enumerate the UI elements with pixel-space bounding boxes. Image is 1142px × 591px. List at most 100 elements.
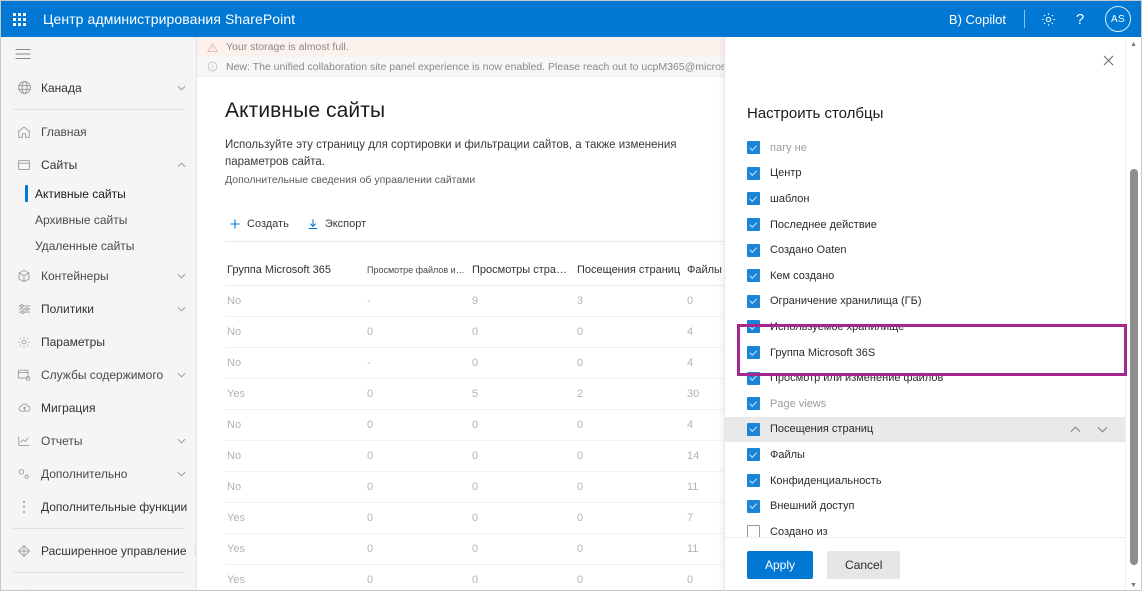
table-row[interactable]: Yes 0 5 2 30 bbox=[225, 378, 765, 411]
chevron-down-icon[interactable] bbox=[177, 471, 186, 477]
column-option-row[interactable]: Конфиденциальность bbox=[725, 468, 1126, 494]
sidebar-item-customize-navigation[interactable]: Настройка навигации bbox=[1, 578, 196, 590]
checkbox-checked[interactable] bbox=[747, 448, 760, 462]
sidebar-item-advanced[interactable]: Дополнительно bbox=[1, 457, 196, 490]
checkbox-checked[interactable] bbox=[747, 371, 760, 385]
apply-button[interactable]: Apply bbox=[747, 551, 814, 579]
sidebar-item-archived-sites[interactable]: Архивные сайты bbox=[1, 207, 196, 233]
table-cell: Yes bbox=[225, 564, 365, 590]
table-row[interactable]: No -0 0 4 bbox=[225, 347, 765, 380]
scrollbar-thumb[interactable] bbox=[1130, 169, 1138, 565]
table-row[interactable]: No 0 0 0 11 bbox=[225, 471, 765, 504]
sidebar-item-sites[interactable]: Сайты bbox=[1, 148, 196, 181]
column-option-row[interactable]: Группа Microsoft 36S bbox=[725, 340, 1126, 366]
checkbox-checked[interactable] bbox=[747, 320, 760, 334]
chevron-up-icon[interactable] bbox=[177, 161, 186, 168]
sidebar-item-settings[interactable]: Параметры bbox=[1, 325, 196, 358]
column-option-row[interactable]: Кем создано bbox=[725, 263, 1126, 289]
question-mark-icon[interactable]: ? bbox=[1065, 4, 1095, 34]
checkbox-checked[interactable] bbox=[747, 422, 760, 436]
column-option-label: Page views bbox=[770, 397, 827, 410]
checkbox-checked[interactable] bbox=[747, 141, 760, 155]
checkbox-checked[interactable] bbox=[747, 346, 760, 360]
sidebar-item-active-sites[interactable]: Активные сайты bbox=[1, 181, 196, 207]
brand-title[interactable]: Центр администрирования SharePoint bbox=[43, 11, 295, 27]
checkbox-checked[interactable] bbox=[747, 192, 760, 206]
sidebar-item-deleted-sites[interactable]: Удаленные сайты bbox=[1, 233, 196, 259]
sidebar-item-advanced-management[interactable]: Расширенное управление PRO bbox=[1, 534, 196, 567]
table-cell: 0 bbox=[470, 347, 575, 380]
scroll-up-arrow-icon[interactable]: ▲ bbox=[1126, 37, 1141, 51]
content-services-icon bbox=[13, 368, 35, 382]
learn-more-link[interactable]: Дополнительные сведения об управлении са… bbox=[225, 173, 695, 189]
chevron-up-icon[interactable] bbox=[1070, 426, 1081, 433]
column-option-row[interactable]: Просмотр или изменение файлов bbox=[725, 365, 1126, 391]
column-option-row[interactable]: пагу не bbox=[725, 135, 1126, 161]
panel-scrollbar[interactable]: ▲ ▼ bbox=[1125, 37, 1141, 590]
column-option-row[interactable]: Создано Oaten bbox=[725, 237, 1126, 263]
column-option-row[interactable]: Используемое хранилище bbox=[725, 314, 1126, 340]
hamburger-menu-icon[interactable] bbox=[1, 37, 196, 71]
checkbox-checked[interactable] bbox=[747, 474, 760, 488]
column-option-row[interactable]: Ограничение хранилища (ГБ) bbox=[725, 289, 1126, 315]
column-header-file-views-edits[interactable]: Просмотре файлов или... bbox=[365, 258, 470, 287]
scrollbar-track[interactable] bbox=[1126, 51, 1141, 578]
sidebar-tenant-selector[interactable]: Канада bbox=[1, 71, 196, 104]
table-row[interactable]: Yes 0 0 0 7 bbox=[225, 502, 765, 535]
column-option-row[interactable]: Внешний доступ bbox=[725, 493, 1126, 519]
table-row[interactable]: Yes 0 0 0 11 bbox=[225, 533, 765, 566]
app-launcher-icon[interactable] bbox=[1, 1, 37, 37]
gear-icon[interactable] bbox=[1033, 4, 1063, 34]
table-cell: 2 bbox=[575, 378, 685, 411]
chevron-down-icon[interactable] bbox=[177, 273, 186, 279]
sidebar-item-home[interactable]: Главная bbox=[1, 115, 196, 148]
table-cell: 0 bbox=[470, 533, 575, 566]
checkbox-checked[interactable] bbox=[747, 218, 760, 232]
column-option-row[interactable]: Последнее действие bbox=[725, 212, 1126, 238]
checkbox-checked[interactable] bbox=[747, 269, 760, 283]
chevron-down-icon[interactable] bbox=[177, 438, 186, 444]
sidebar-item-content-services[interactable]: Службы содержимого bbox=[1, 358, 196, 391]
sidebar-item-reports[interactable]: Отчеты bbox=[1, 424, 196, 457]
column-header-page-visits[interactable]: Посещения страниц bbox=[575, 258, 685, 287]
checkbox-checked[interactable] bbox=[747, 166, 760, 180]
sidebar-item-containers[interactable]: Контейнеры bbox=[1, 259, 196, 292]
table-row[interactable]: No 0 0 0 4 bbox=[225, 409, 765, 442]
checkbox-checked[interactable] bbox=[747, 397, 760, 411]
table-row[interactable]: No -9 3 0 bbox=[225, 285, 765, 318]
table-cell: 0 bbox=[575, 502, 685, 535]
export-button[interactable]: Экспорт bbox=[303, 214, 376, 234]
chevron-down-icon[interactable] bbox=[177, 306, 186, 312]
table-row[interactable]: No 0 0 0 4 bbox=[225, 316, 765, 349]
table-row[interactable]: No 0 0 0 14 bbox=[225, 440, 765, 473]
create-button[interactable]: Создать bbox=[225, 214, 299, 234]
chevron-down-icon[interactable] bbox=[177, 372, 186, 378]
copilot-button[interactable]: B) Copilot bbox=[939, 12, 1016, 27]
chevron-down-icon[interactable] bbox=[177, 85, 186, 91]
sidebar-item-policies[interactable]: Политики bbox=[1, 292, 196, 325]
column-option-row[interactable]: Файлы bbox=[725, 442, 1126, 468]
column-option-row[interactable]: Центр bbox=[725, 161, 1126, 187]
column-option-row[interactable]: шаблон bbox=[725, 186, 1126, 212]
table-cell: 0 bbox=[365, 378, 470, 411]
chevron-down-icon[interactable] bbox=[1097, 426, 1108, 433]
sidebar-item-label: Дополнительно bbox=[41, 466, 128, 481]
table-cell: 0 bbox=[575, 409, 685, 442]
checkbox-checked[interactable] bbox=[747, 243, 760, 257]
column-option-row[interactable]: Page views bbox=[725, 391, 1126, 417]
column-option-row[interactable]: Посещения страниц bbox=[725, 416, 1126, 443]
cancel-button[interactable]: Cancel bbox=[827, 551, 901, 579]
checkbox-checked[interactable] bbox=[747, 499, 760, 513]
avatar[interactable]: AS bbox=[1105, 6, 1131, 32]
more-settings-icon bbox=[13, 467, 35, 481]
checkbox-checked[interactable] bbox=[747, 294, 760, 308]
sidebar-tenant-label: Канада bbox=[41, 80, 82, 95]
table-row[interactable]: Yes 0 0 0 0 bbox=[225, 564, 765, 590]
sidebar-item-more-features[interactable]: Дополнительные функции bbox=[1, 490, 196, 523]
scroll-down-arrow-icon[interactable]: ▼ bbox=[1126, 578, 1141, 590]
sidebar-item-migration[interactable]: Миграция bbox=[1, 391, 196, 424]
close-icon[interactable] bbox=[1097, 49, 1119, 71]
table-cell: 0 bbox=[365, 502, 470, 535]
column-header-m365-group[interactable]: Группа Microsoft 365 bbox=[225, 258, 365, 287]
column-header-page-views[interactable]: Просмотры страниц bbox=[470, 258, 575, 287]
